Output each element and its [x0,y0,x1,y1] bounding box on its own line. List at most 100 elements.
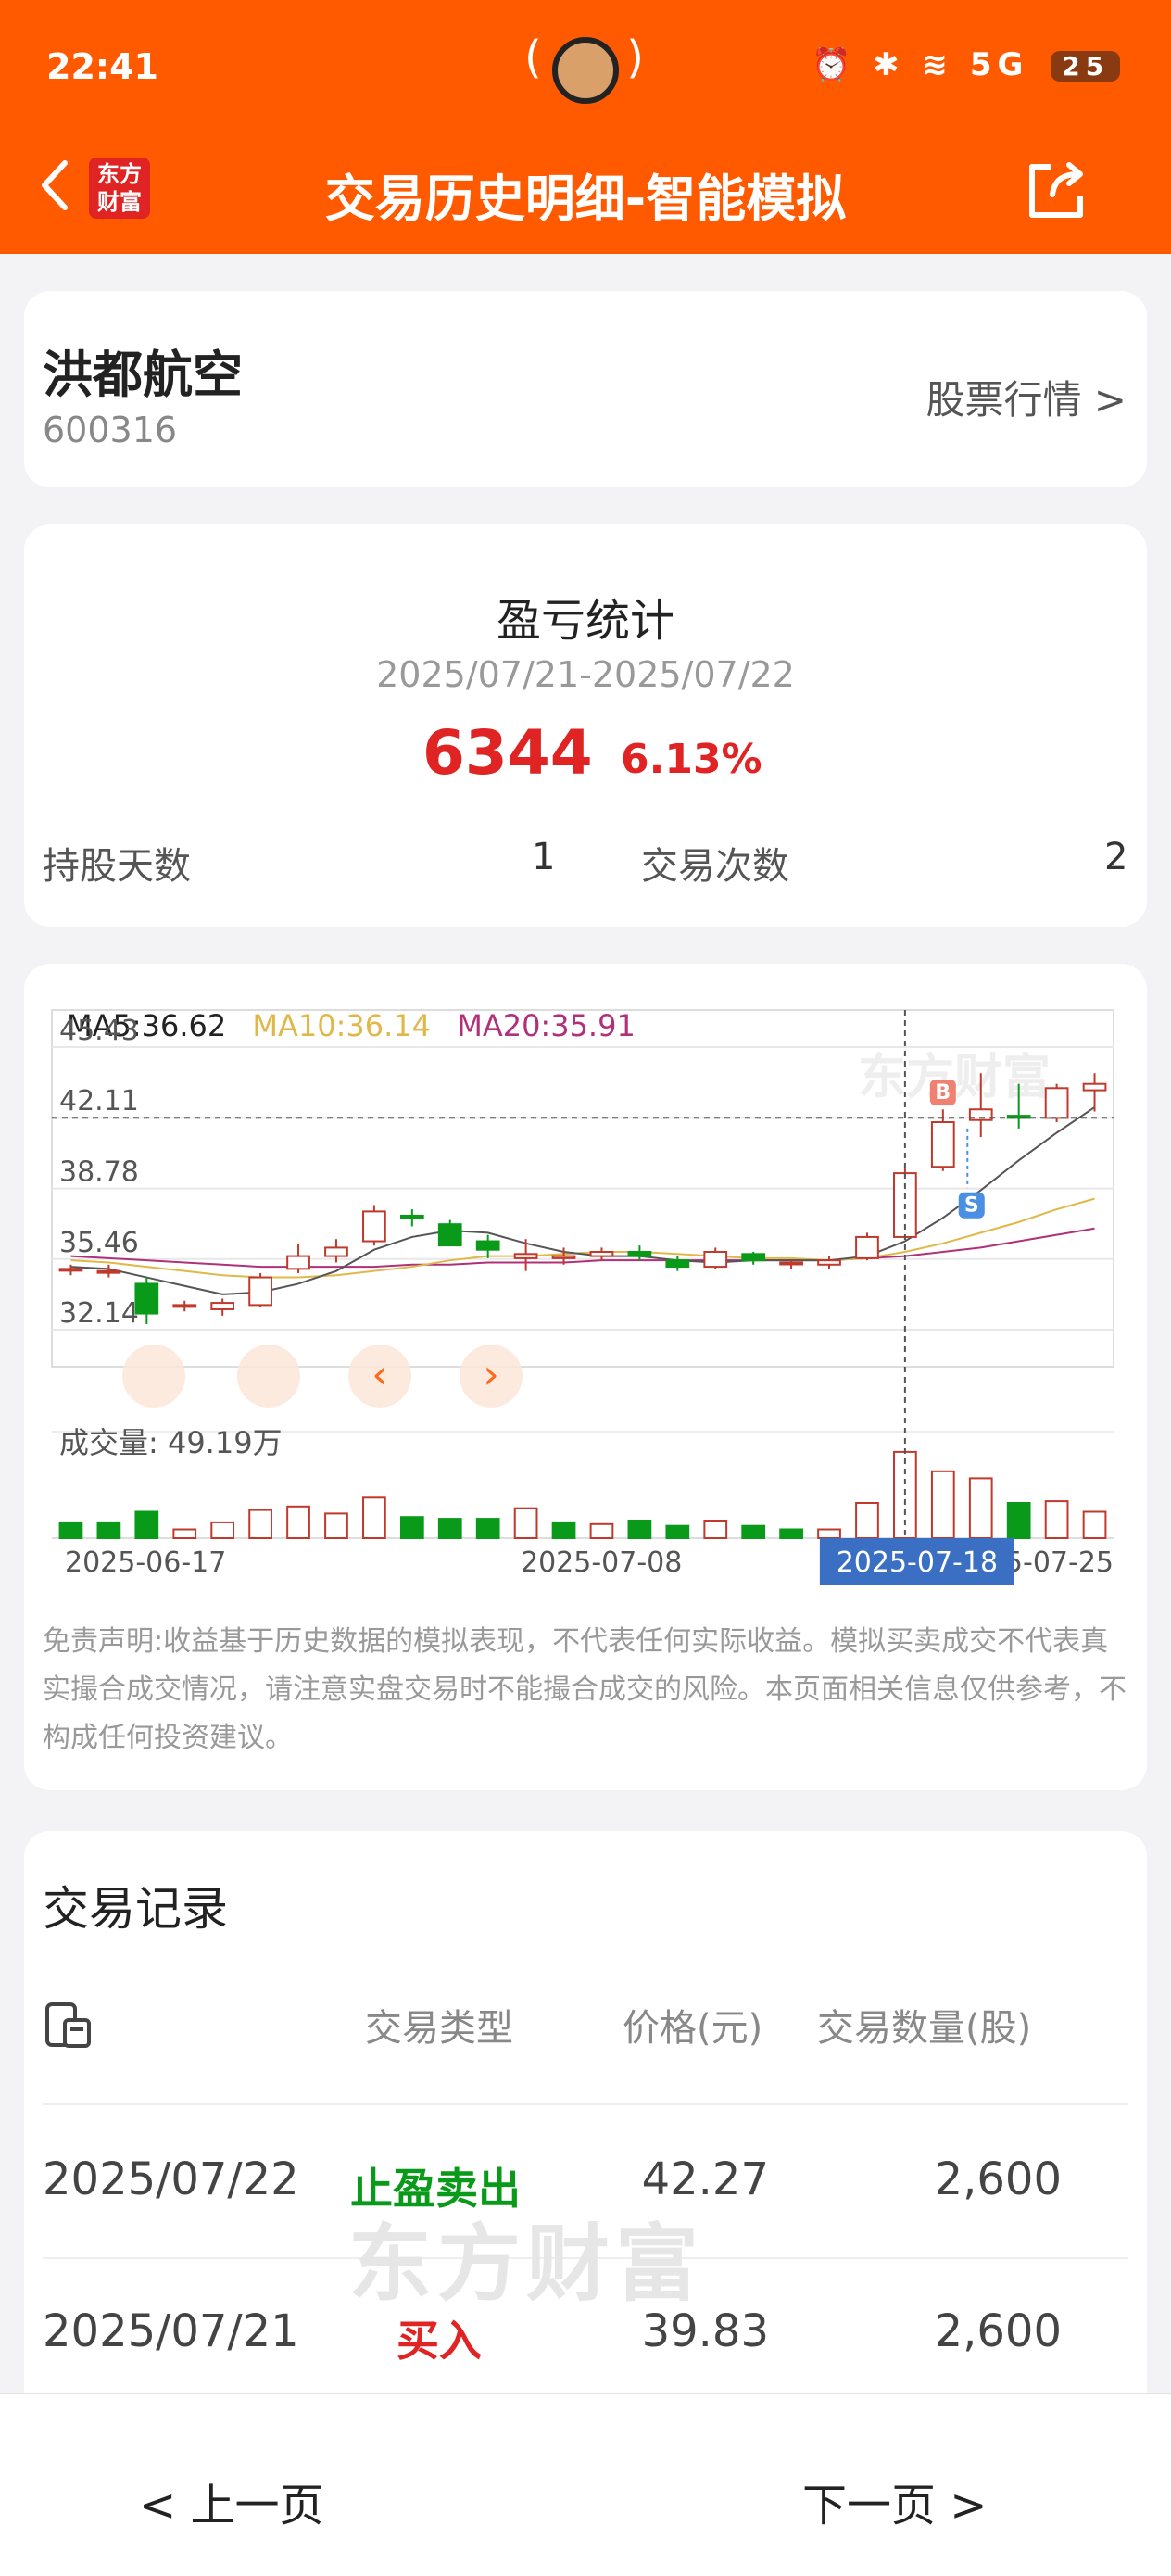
volume-bar [1006,1502,1031,1539]
candlestick-chart[interactable]: 45.4342.1138.7835.4632.14东方财富成交量: 49.19万… [24,964,1147,1612]
candle-body [134,1282,159,1315]
stock-code: 600316 [43,410,178,450]
candle-body [703,1251,728,1269]
candle-body [248,1276,272,1307]
calendar-filter-icon[interactable] [44,2001,93,2050]
trade-count-value: 2 [1104,836,1128,878]
volume-bar [96,1521,121,1540]
pnl-date-range: 2025/07/21-2025/07/22 [376,654,795,695]
disclaimer-text: 免责声明:收益基于历史数据的模拟表现，不代表任何实际收益。模拟买卖成交不代表真实… [43,1625,1127,1754]
row-quantity: 2,600 [934,2305,1062,2357]
candle-body [741,1253,766,1262]
volume-bar [286,1505,310,1539]
share-icon[interactable] [1023,158,1088,222]
candle-body [930,1121,955,1168]
y-tick-label: 42.11 [59,1085,139,1118]
records-watermark: 东方财富 [348,2216,704,2313]
chart-card: MA5:36.62 MA10:36.14 MA20:35.91 45.43 42.… [24,964,1147,1790]
bluetooth-icon: ✱ [873,46,905,83]
buy-marker-label: B [935,1081,951,1105]
volume-bar [475,1518,500,1539]
volume-bar [399,1516,424,1540]
trade-records-card: 交易记录 交易类型 价格(元) 交易数量(股) 2025/07/22 止盈卖出 … [24,1831,1147,2443]
volume-bar [1082,1510,1107,1539]
row-date: 2025/07/21 [43,2305,299,2357]
volume-bar [134,1510,159,1539]
candle-body [513,1253,538,1259]
signal-icon: 5G [969,46,1029,83]
pnl-amount: 6344 [422,717,593,789]
y-tick-label: 32.14 [59,1297,139,1330]
prev-page-button[interactable]: < 上一页 [139,2469,323,2533]
candle-body [399,1214,424,1219]
crosshair-date-label: 2025-07-18 [837,1547,998,1579]
volume-label: 成交量: 49.19万 [59,1425,283,1460]
row-divider [43,2103,1128,2105]
candle-body [362,1210,386,1243]
candle-body [817,1259,841,1266]
chart-nav-glyph: ‹ [371,1351,388,1398]
next-page-button[interactable]: 下一页 > [802,2469,987,2533]
candle-body [286,1255,310,1270]
volume-bar [513,1507,538,1540]
hold-days-label: 持股天数 [43,845,191,888]
volume-bar [779,1528,803,1539]
volume-bar [362,1496,386,1539]
y-tick-label: 35.46 [59,1227,139,1259]
alarm-icon: ⏰ [812,46,857,83]
volume-bar [627,1520,652,1539]
y-tick-label: 45.43 [59,1015,139,1047]
pnl-title: 盈亏统计 [496,595,674,647]
wifi-icon: ≋ [921,46,954,83]
volume-bar [741,1524,766,1540]
x-tick-label: 2025-07-08 [521,1547,682,1579]
candle-body [58,1268,83,1272]
volume-bar [817,1528,841,1539]
y-tick-label: 38.78 [59,1156,139,1189]
candle-body [589,1251,614,1257]
candle-body [665,1259,690,1269]
volume-bar [930,1470,955,1539]
app-header: 22:41 ( ) ⏰ ✱ ≋ 5G 25 东方 财富 交易历史明细-智能模拟 [0,0,1171,254]
volume-bar [210,1521,235,1540]
volume-bar [58,1521,83,1540]
records-title: 交易记录 [43,1882,228,1936]
volume-bar [437,1518,462,1539]
volume-bar [551,1521,576,1540]
zoom-control-icon[interactable] [237,1345,300,1408]
candle-body [96,1269,121,1274]
ma20-line [70,1227,1095,1269]
chart-nav-glyph: › [483,1351,499,1398]
zoom-control-icon[interactable] [122,1345,185,1408]
volume-bar [968,1477,993,1540]
battery-icon: 25 [1051,51,1121,82]
status-icons: ⏰ ✱ ≋ 5G 25 [812,46,1121,83]
candle-body [551,1255,576,1259]
header-price: 价格(元) [623,2007,763,2050]
stock-name: 洪都航空 [43,346,243,404]
volume-bar [703,1520,728,1539]
hold-days-value: 1 [532,836,556,878]
volume-bar [172,1528,197,1539]
volume-bar [893,1450,917,1540]
page-title: 交易历史明细-智能模拟 [324,170,847,228]
status-time: 22:41 [46,46,158,87]
volume-bar [1044,1500,1069,1539]
candle-body [324,1246,348,1257]
sell-marker-label: S [964,1194,979,1218]
row-quantity: 2,600 [934,2153,1062,2205]
pnl-card: 盈亏统计 2025/07/21-2025/07/22 6344 6.13% 持股… [24,524,1147,927]
pnl-percent: 6.13% [621,736,762,783]
candle-body [437,1223,462,1247]
header-trade-type: 交易类型 [365,2007,513,2050]
candle-body [779,1261,803,1266]
stock-quote-link[interactable]: 股票行情 > [925,369,1127,425]
candle-body [627,1251,652,1257]
volume-bar [324,1512,348,1540]
volume-bar [855,1502,879,1539]
trade-count-label: 交易次数 [641,845,789,888]
header-quantity: 交易数量(股) [817,2007,1032,2050]
volume-bar [665,1524,690,1540]
status-avatar-icon [552,37,619,104]
candle-body [855,1235,879,1259]
